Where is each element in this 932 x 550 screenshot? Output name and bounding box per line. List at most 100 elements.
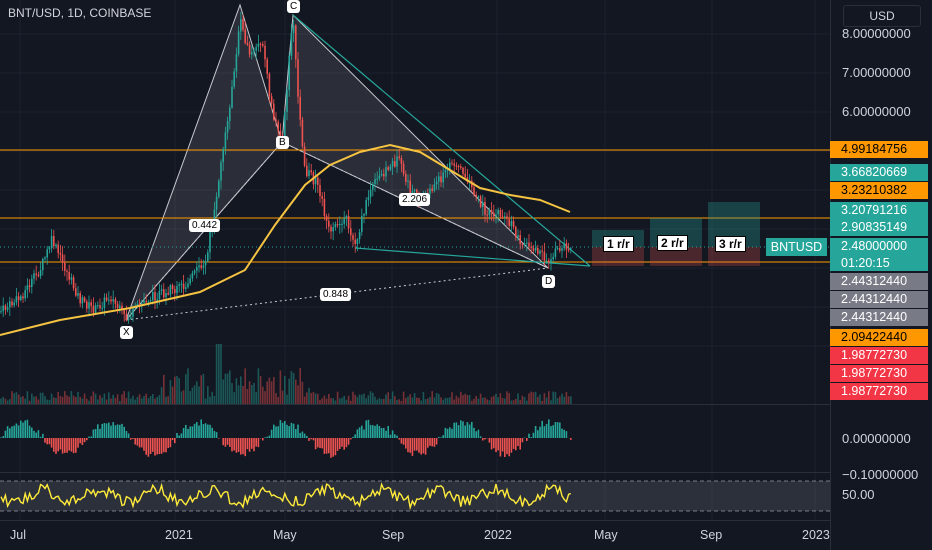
volume-bar	[336, 391, 339, 404]
macd-bar	[191, 426, 194, 438]
candle-body	[70, 277, 73, 280]
candle-body	[295, 25, 297, 60]
rr-label-2: 2 r/r	[657, 235, 688, 251]
macd-bar	[510, 438, 513, 453]
volume-bar	[224, 373, 227, 404]
candle-body	[363, 214, 365, 216]
volume-bar	[310, 392, 312, 404]
macd-bar	[308, 438, 310, 441]
macd-bar	[449, 427, 451, 438]
macd-bar	[334, 438, 337, 456]
volume-bar	[466, 394, 469, 404]
candle-body	[200, 265, 202, 268]
volume-bar	[319, 399, 321, 404]
volume-bar	[33, 396, 35, 404]
macd-bar	[167, 438, 169, 449]
macd-bar	[134, 438, 136, 445]
volume-bar	[350, 400, 352, 404]
candle-body	[4, 305, 7, 310]
candle-body	[22, 296, 24, 299]
candle-body	[372, 183, 374, 190]
volume-bar	[134, 399, 136, 404]
macd-bar	[292, 423, 295, 438]
volume-bar	[237, 385, 240, 404]
macd-bar	[345, 438, 348, 448]
volume-bar	[374, 396, 376, 404]
volume-bar	[330, 398, 332, 404]
macd-bar	[90, 436, 92, 438]
chart-canvas[interactable]	[0, 0, 932, 550]
volume-bar	[9, 399, 11, 404]
macd-bar	[22, 422, 24, 438]
macd-bar	[141, 438, 143, 448]
candle-body	[303, 146, 306, 166]
volume-bar	[189, 391, 191, 404]
macd-bar	[24, 420, 26, 438]
candle-body	[354, 239, 356, 244]
macd-bar	[99, 428, 101, 438]
volume-bar	[229, 370, 231, 404]
volume-bar	[475, 395, 477, 404]
macd-bar	[420, 438, 422, 455]
macd-bar	[561, 428, 563, 438]
candle-body	[328, 220, 330, 227]
volume-bar	[88, 400, 90, 404]
candle-body	[81, 297, 84, 304]
volume-bar	[176, 375, 178, 404]
volume-bar	[180, 391, 183, 404]
volume-bar	[506, 391, 508, 404]
volume-bar	[68, 396, 70, 404]
volume-bar	[286, 394, 288, 404]
volume-bar	[389, 398, 392, 404]
volume-bar	[453, 399, 455, 404]
volume-bar	[429, 397, 431, 404]
volume-bar	[64, 391, 66, 404]
macd-bar	[0, 437, 2, 438]
volume-bar	[200, 375, 202, 404]
macd-bar	[301, 431, 304, 438]
macd-bar	[64, 438, 66, 453]
candle-body	[35, 273, 37, 275]
volume-bar	[17, 394, 20, 404]
macd-bar	[200, 419, 202, 438]
ratio-bd: 2.206	[399, 193, 431, 206]
symbol-title[interactable]: BNT/USD, 1D, COINBASE	[8, 6, 151, 20]
candle-body	[350, 228, 352, 236]
macd-bar	[182, 428, 185, 438]
macd-bar	[361, 425, 363, 438]
candle-body	[563, 243, 565, 249]
candle-body	[290, 33, 293, 56]
candle-body	[262, 44, 264, 46]
candle-body	[242, 19, 244, 30]
candle-body	[451, 162, 453, 164]
volume-bar	[446, 397, 449, 404]
candle-body	[526, 242, 528, 244]
candle-body	[226, 120, 229, 133]
candle-body	[286, 90, 288, 113]
volume-bar	[154, 398, 156, 404]
candle-body	[193, 270, 196, 273]
volume-bar	[97, 399, 99, 404]
volume-bar	[497, 397, 499, 404]
volume-bar	[81, 398, 84, 404]
macd-bar	[218, 438, 220, 439]
candle-body	[464, 173, 466, 178]
macd-bar	[464, 425, 466, 438]
candle-body	[237, 31, 240, 55]
candle-body	[539, 250, 541, 254]
candle-body	[171, 285, 174, 290]
candle-body	[405, 173, 407, 182]
candle-body	[145, 300, 147, 303]
candle-body	[462, 167, 464, 174]
candle-body	[319, 184, 321, 197]
macd-bar	[508, 438, 510, 457]
volume-bar	[92, 391, 95, 404]
currency-button[interactable]: USD	[843, 5, 921, 27]
volume-bar	[11, 391, 13, 404]
volume-bar	[460, 391, 462, 404]
volume-bar	[341, 397, 343, 404]
volume-bar	[2, 396, 4, 404]
plot-background	[0, 0, 830, 550]
macd-bar	[383, 427, 385, 438]
volume-bar	[182, 390, 185, 404]
